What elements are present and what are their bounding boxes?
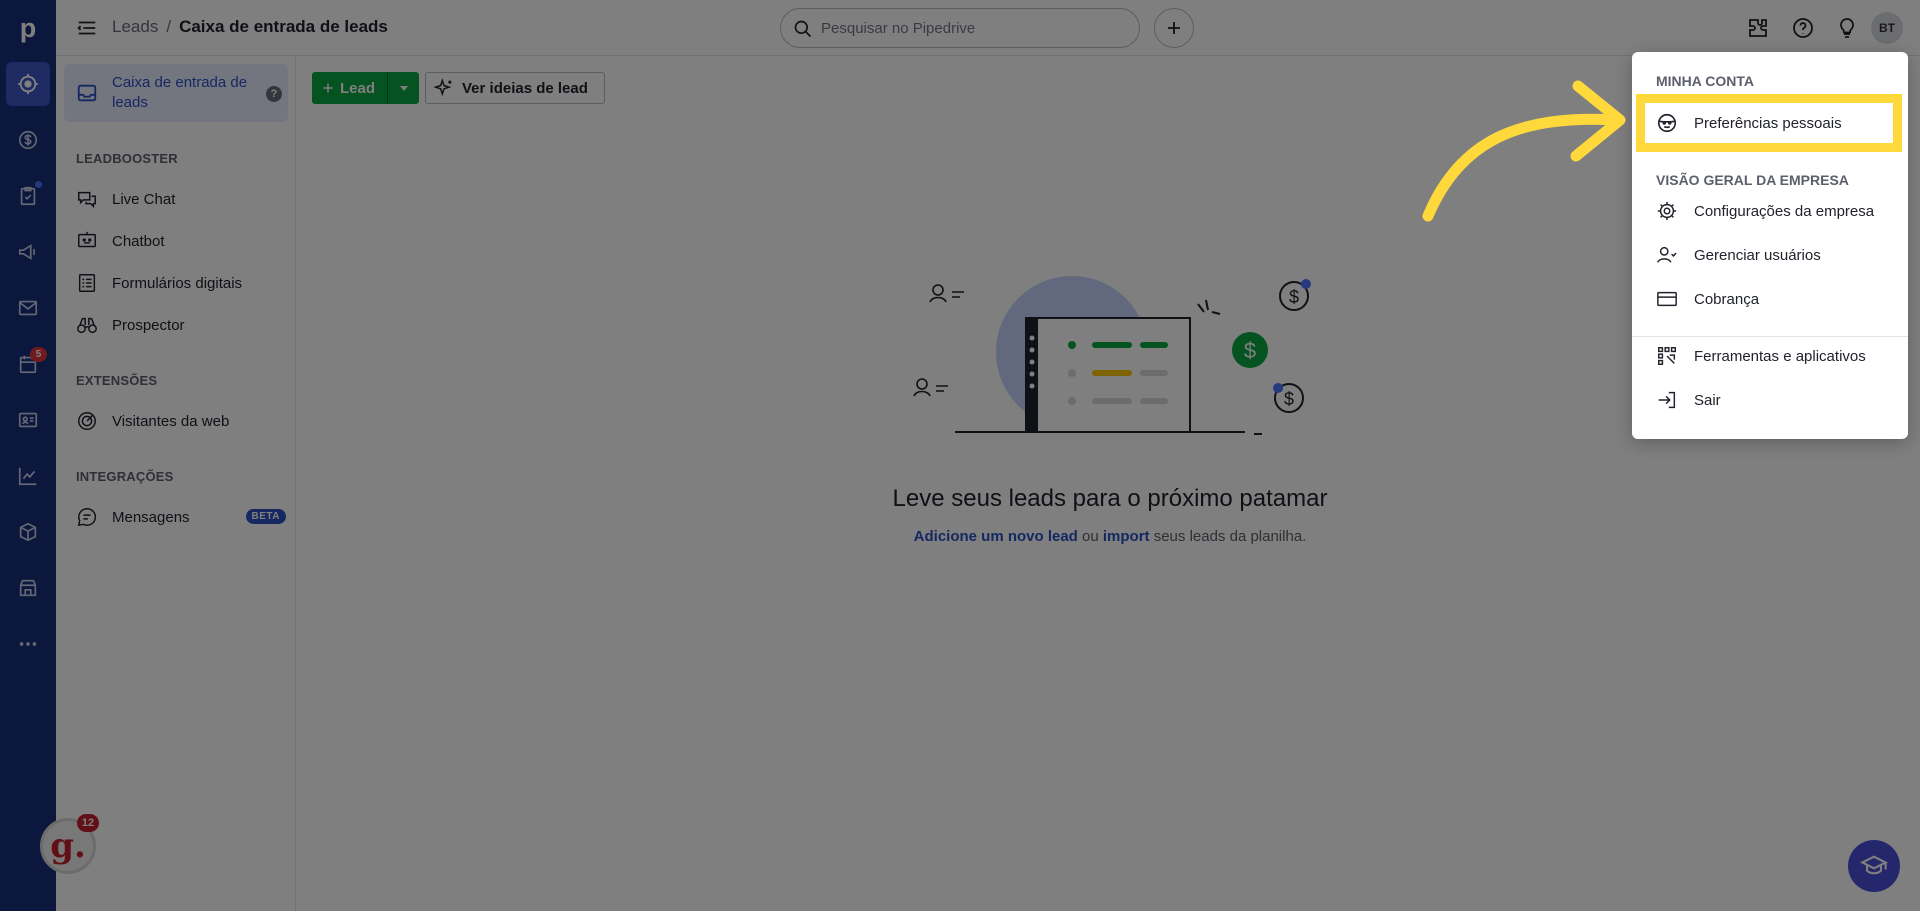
menu-item-label: Gerenciar usuários: [1694, 246, 1821, 264]
personal-preferences-row[interactable]: Preferências pessoais: [1656, 108, 1896, 138]
tools-grid-icon: [1658, 347, 1676, 365]
menu-item-label: Ferramentas e aplicativos: [1694, 347, 1866, 365]
pointer-arrow-icon: [1422, 80, 1626, 222]
users-icon: [1657, 246, 1677, 263]
menu-item-label: Configurações da empresa: [1694, 202, 1875, 220]
logout-icon: [1658, 391, 1676, 409]
section-company-overview: VISÃO GERAL DA EMPRESA: [1656, 172, 1849, 188]
menu-item-billing[interactable]: Cobrança: [1656, 284, 1896, 314]
menu-item-manage-users[interactable]: Gerenciar usuários: [1656, 240, 1896, 270]
menu-item-personal-preferences[interactable]: Preferências pessoais: [1645, 103, 1893, 143]
menu-item-logout[interactable]: Sair: [1656, 385, 1896, 415]
section-my-account: MINHA CONTA: [1656, 73, 1754, 89]
gear-icon: [1657, 201, 1677, 221]
face-icon: [1657, 113, 1677, 133]
menu-item-label: Cobrança: [1694, 290, 1760, 308]
menu-divider: [1632, 336, 1908, 337]
menu-item-company-settings[interactable]: Configurações da empresa: [1656, 196, 1896, 226]
menu-item-label: Sair: [1694, 391, 1721, 409]
menu-item-label: Preferências pessoais: [1694, 114, 1842, 132]
menu-item-tools-apps[interactable]: Ferramentas e aplicativos: [1656, 341, 1896, 371]
credit-card-icon: [1657, 291, 1677, 307]
